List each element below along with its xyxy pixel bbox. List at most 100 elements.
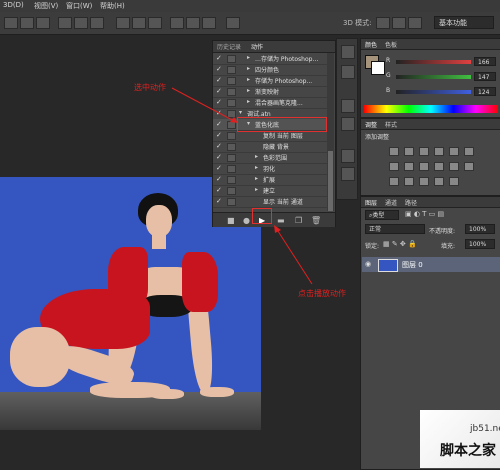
dialog-toggle-icon[interactable]	[227, 154, 236, 162]
layer-row[interactable]: ◉ 图层 0	[362, 257, 500, 272]
character-panel-icon[interactable]	[341, 99, 355, 113]
3d-drag-icon[interactable]	[408, 17, 422, 29]
channel-slider[interactable]	[396, 60, 471, 64]
action-row[interactable]: ✓ 显示 当前 通道	[213, 196, 327, 208]
expand-arrow-icon[interactable]: ▸	[255, 153, 258, 160]
3d-rotate-icon[interactable]	[376, 17, 390, 29]
action-check-icon[interactable]: ✓	[216, 186, 222, 194]
dialog-toggle-icon[interactable]	[227, 165, 236, 173]
dialog-toggle-icon[interactable]	[227, 187, 236, 195]
align-icon[interactable]	[4, 17, 18, 29]
opacity-input[interactable]: 100%	[465, 224, 495, 234]
expand-arrow-icon[interactable]: ▸	[255, 186, 258, 193]
align-icon[interactable]	[58, 17, 72, 29]
adjustment-icon[interactable]	[404, 162, 414, 171]
adjustment-icon[interactable]	[449, 177, 459, 186]
adjustment-icon[interactable]	[419, 147, 429, 156]
adjustment-icon[interactable]	[434, 162, 444, 171]
layer-thumbnail	[378, 259, 398, 272]
tab-actions[interactable]: 动作	[251, 42, 263, 51]
fill-input[interactable]: 100%	[465, 239, 495, 249]
expand-arrow-icon[interactable]: ▸	[247, 54, 250, 61]
distribute-icon[interactable]	[170, 17, 184, 29]
channel-value-input[interactable]: 147	[474, 72, 496, 81]
dialog-toggle-icon[interactable]	[227, 55, 236, 63]
action-check-icon[interactable]: ✓	[216, 54, 222, 62]
align-icon[interactable]	[36, 17, 50, 29]
align-icon[interactable]	[74, 17, 88, 29]
tab-history[interactable]: 历史记录	[217, 42, 241, 51]
adjustment-icon[interactable]	[389, 147, 399, 156]
menu-window[interactable]: 窗口(W)	[66, 1, 92, 11]
lock-icons[interactable]: ▦ ✎ ✥ 🔒	[383, 240, 417, 248]
adjustment-icon[interactable]	[404, 147, 414, 156]
eye-icon[interactable]: ◉	[365, 260, 371, 268]
dialog-toggle-icon[interactable]	[227, 176, 236, 184]
adjustment-icon[interactable]	[419, 177, 429, 186]
distribute-icon[interactable]	[202, 17, 216, 29]
auto-align-icon[interactable]	[226, 17, 240, 29]
action-check-icon[interactable]: ✓	[216, 164, 222, 172]
actions-scrollbar-thumb[interactable]	[328, 151, 333, 211]
layer-kind-filter[interactable]: ⌕类型	[365, 210, 399, 220]
menu-view[interactable]: 视图(V)	[34, 1, 58, 11]
adjustment-icon[interactable]	[389, 162, 399, 171]
dialog-toggle-icon[interactable]	[227, 198, 236, 206]
action-check-icon[interactable]: ✓	[216, 175, 222, 183]
expand-arrow-icon[interactable]: ▸	[255, 175, 258, 182]
action-check-icon[interactable]: ✓	[216, 65, 222, 73]
adjustment-icon[interactable]	[449, 147, 459, 156]
tab-adjustments[interactable]: 调整	[365, 120, 377, 129]
adjustment-icon[interactable]	[419, 162, 429, 171]
tab-channels[interactable]: 通道	[385, 198, 397, 207]
stop-icon[interactable]: ■	[227, 216, 235, 225]
channel-value-input[interactable]: 124	[474, 87, 496, 96]
tab-styles[interactable]: 样式	[385, 120, 397, 129]
tab-layers[interactable]: 图层	[365, 198, 377, 207]
channel-label: G	[386, 72, 391, 79]
dialog-toggle-icon[interactable]	[227, 143, 236, 151]
paragraph-panel-icon[interactable]	[341, 117, 355, 131]
action-check-icon[interactable]: ✓	[216, 153, 222, 161]
tab-color[interactable]: 颜色	[365, 40, 377, 49]
dialog-toggle-icon[interactable]	[227, 66, 236, 74]
adjustment-icon[interactable]	[449, 162, 459, 171]
adjustment-icon[interactable]	[389, 177, 399, 186]
channel-value-input[interactable]: 166	[474, 57, 496, 66]
red-dress-sleeve-right	[182, 252, 218, 312]
panel-toggle-icon[interactable]	[341, 45, 355, 59]
distribute-icon[interactable]	[132, 17, 146, 29]
expand-arrow-icon[interactable]: ▸	[247, 76, 250, 83]
action-check-icon[interactable]: ✓	[216, 197, 222, 205]
align-icon[interactable]	[20, 17, 34, 29]
adjustment-icon[interactable]	[464, 162, 474, 171]
action-check-icon[interactable]: ✓	[216, 142, 222, 150]
distribute-icon[interactable]	[186, 17, 200, 29]
distribute-icon[interactable]	[148, 17, 162, 29]
align-icon[interactable]	[90, 17, 104, 29]
record-icon[interactable]: ●	[243, 216, 250, 225]
distribute-icon[interactable]	[116, 17, 130, 29]
background-color-swatch[interactable]	[371, 61, 385, 75]
expand-arrow-icon[interactable]: ▸	[247, 65, 250, 72]
tab-swatches[interactable]: 色板	[385, 40, 397, 49]
menu-help[interactable]: 帮助(H)	[100, 1, 125, 11]
brush-panel-icon[interactable]	[341, 149, 355, 163]
adjustment-icon[interactable]	[434, 147, 444, 156]
channel-slider[interactable]	[396, 90, 471, 94]
action-check-icon[interactable]: ✓	[216, 76, 222, 84]
blend-mode-select[interactable]: 正常	[365, 224, 425, 234]
workspace-select[interactable]: 基本功能	[434, 16, 494, 29]
color-spectrum[interactable]	[364, 105, 498, 113]
adjustment-icon[interactable]	[434, 177, 444, 186]
expand-arrow-icon[interactable]: ▸	[255, 164, 258, 171]
channel-slider[interactable]	[396, 75, 471, 79]
adjustment-icon[interactable]	[464, 147, 474, 156]
tab-paths[interactable]: 路径	[405, 198, 417, 207]
3d-roll-icon[interactable]	[392, 17, 406, 29]
adjustment-icon[interactable]	[404, 177, 414, 186]
play-panel-icon[interactable]	[341, 65, 355, 79]
clone-panel-icon[interactable]	[341, 167, 355, 181]
menu-3d[interactable]: 3D(D)	[3, 1, 24, 9]
filter-icons[interactable]: ▣ ◐ T ▭ ▤	[405, 210, 444, 218]
